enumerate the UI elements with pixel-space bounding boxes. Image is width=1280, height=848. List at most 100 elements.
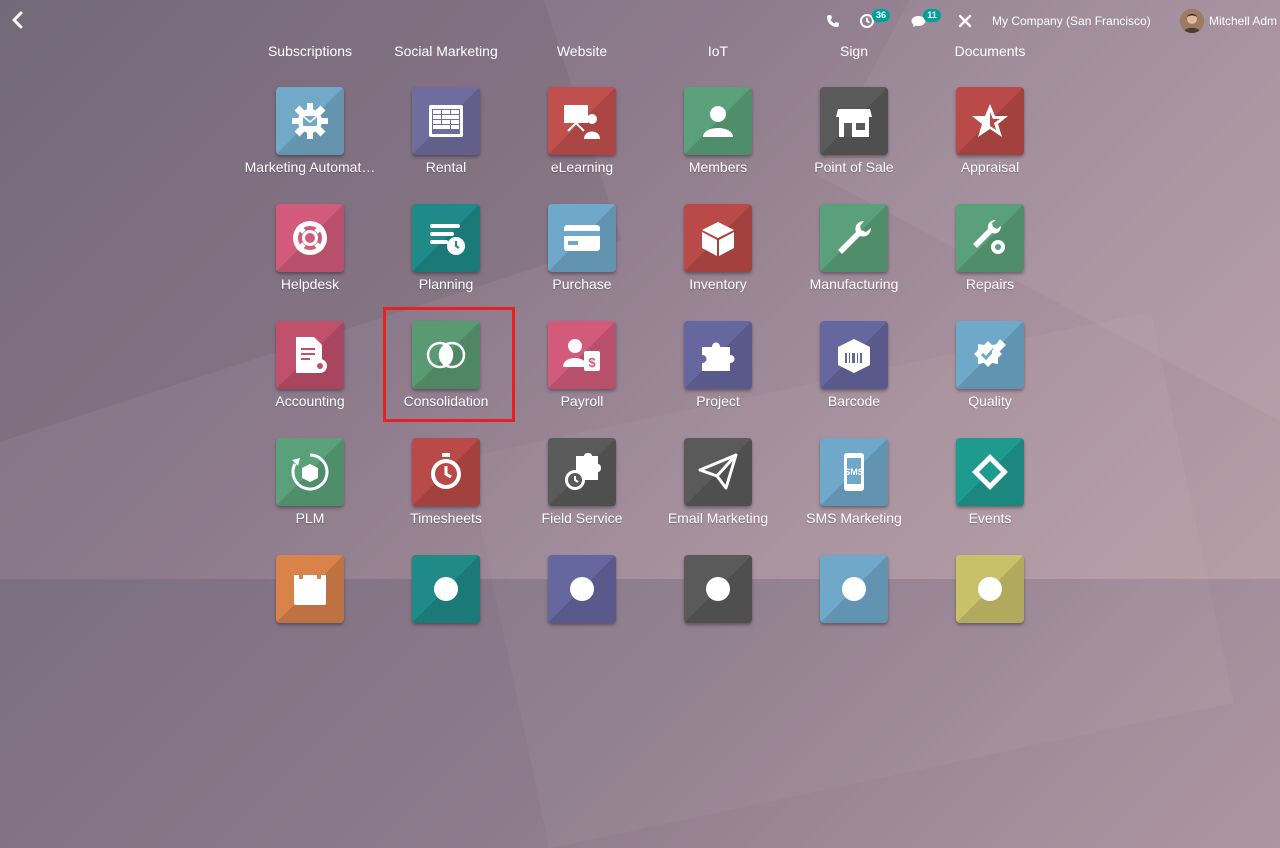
app-tile-timesheets[interactable]: Timesheets	[378, 438, 514, 555]
barcode-box-icon	[838, 339, 870, 373]
app-label: Accounting	[275, 393, 345, 409]
app-tile-helpdesk[interactable]: Helpdesk	[242, 204, 378, 321]
app-label-documents[interactable]: Documents	[922, 43, 1058, 59]
cycle-box-icon	[291, 453, 329, 491]
messages-button[interactable]: 11	[910, 9, 941, 32]
phone-sms-icon: SMS	[844, 453, 864, 491]
app-tile-repairs[interactable]: Repairs	[922, 204, 1058, 321]
ticket-icon	[972, 454, 1008, 490]
app-tile-members[interactable]: Members	[650, 87, 786, 204]
app-tile-background	[276, 555, 344, 623]
user-calendar-dollar-icon: $	[563, 339, 600, 371]
app-tile-purchase[interactable]: Purchase	[514, 204, 650, 321]
app-icon	[570, 577, 594, 601]
box-icon	[702, 222, 734, 256]
user-menu[interactable]: Mitchell Adm	[1180, 8, 1277, 34]
app-tile-background	[684, 204, 752, 272]
app-tile-point-of-sale[interactable]: Point of Sale	[786, 87, 922, 204]
credit-card-icon	[564, 225, 600, 251]
app-tile-elearning[interactable]: eLearning	[514, 87, 650, 204]
company-switcher[interactable]: My Company (San Francisco)	[992, 10, 1151, 32]
app-label: eLearning	[550, 159, 614, 175]
wrench-icon	[838, 221, 871, 254]
app-tile-payroll[interactable]: $ Payroll	[514, 321, 650, 438]
app-tile-background	[548, 555, 616, 623]
app-tile-background	[820, 204, 888, 272]
debug-button[interactable]	[958, 10, 972, 32]
app-tile-background	[820, 321, 888, 389]
app-label-social-marketing[interactable]: Social Marketing	[378, 43, 514, 59]
app-tile-background	[684, 438, 752, 506]
app-tile-email-marketing[interactable]: Email Marketing	[650, 438, 786, 555]
app-tile-barcode[interactable]: Barcode	[786, 321, 922, 438]
app-tile-appraisal[interactable]: Appraisal	[922, 87, 1058, 204]
company-name: My Company (San Francisco)	[992, 14, 1151, 28]
app-tile-app-27[interactable]	[650, 555, 786, 672]
app-tile-background	[548, 87, 616, 155]
app-tile-planning[interactable]: Planning	[378, 204, 514, 321]
app-tile-events[interactable]: Events	[922, 438, 1058, 555]
stopwatch-icon	[431, 453, 461, 489]
app-tile-background	[276, 438, 344, 506]
app-tile-background	[412, 438, 480, 506]
app-label: Members	[688, 159, 748, 175]
app-tile-background	[956, 204, 1024, 272]
presentation-teacher-icon	[564, 105, 600, 139]
app-tile-quality[interactable]: Quality	[922, 321, 1058, 438]
app-label: Field Service	[541, 510, 623, 526]
badge-check-pen-icon	[974, 339, 1006, 367]
app-tile-app-29[interactable]	[922, 555, 1058, 672]
document-gear-icon	[296, 337, 327, 373]
app-tile-app-28[interactable]	[786, 555, 922, 672]
app-tile-manufacturing[interactable]: Manufacturing	[786, 204, 922, 321]
app-tile-rental[interactable]: Rental	[378, 87, 514, 204]
app-tile-consolidation[interactable]: Consolidation	[378, 321, 514, 438]
app-tile-app-26[interactable]	[514, 555, 650, 672]
planning-lines-icon	[430, 224, 465, 255]
app-tile-background	[684, 87, 752, 155]
star-icon	[972, 104, 1008, 137]
app-label-iot[interactable]: IoT	[650, 43, 786, 59]
app-tile-background	[684, 555, 752, 623]
app-tile-project[interactable]: Project	[650, 321, 786, 438]
app-tile-app-25[interactable]	[378, 555, 514, 672]
app-label-subscriptions[interactable]: Subscriptions	[242, 43, 378, 59]
paper-plane-icon	[698, 453, 738, 490]
phone-button[interactable]	[826, 10, 840, 32]
app-icon	[434, 577, 458, 601]
app-label-website[interactable]: Website	[514, 43, 650, 59]
app-tile-background	[956, 555, 1024, 623]
app-tile-background	[412, 204, 480, 272]
app-tile-inventory[interactable]: Inventory	[650, 204, 786, 321]
app-tile-background	[956, 321, 1024, 389]
app-icon	[842, 577, 866, 601]
app-tile-background	[548, 438, 616, 506]
app-label: Payroll	[560, 393, 604, 409]
app-label: Rental	[425, 159, 467, 175]
messages-count-badge: 11	[923, 9, 941, 22]
app-tile-background	[956, 438, 1024, 506]
app-label: Consolidation	[403, 393, 489, 409]
app-tile-background	[820, 555, 888, 623]
app-label: PLM	[295, 510, 325, 526]
calendar-icon	[294, 571, 326, 605]
app-tile-background: $	[548, 321, 616, 389]
gear-envelope-icon	[292, 103, 328, 139]
app-tile-sms-marketing[interactable]: SMS SMS Marketing	[786, 438, 922, 555]
app-label: Point of Sale	[814, 159, 894, 175]
app-label: Manufacturing	[809, 276, 899, 292]
lifebuoy-icon	[293, 221, 327, 255]
overlapping-circles-icon	[426, 341, 466, 369]
app-label: Project	[696, 393, 740, 409]
app-tile-field-service[interactable]: Field Service	[514, 438, 650, 555]
activity-count-badge: 36	[872, 9, 890, 22]
app-tile-background	[412, 555, 480, 623]
top-navbar: 36 11 My Company (San Francisco) Mitchel…	[0, 0, 1280, 42]
app-tile-accounting[interactable]: Accounting	[242, 321, 378, 438]
app-tile-marketing-automat[interactable]: Marketing Automat…	[242, 87, 378, 204]
chevron-left-icon[interactable]	[8, 10, 28, 30]
app-tile-plm[interactable]: PLM	[242, 438, 378, 555]
app-label-sign[interactable]: Sign	[786, 43, 922, 59]
activity-button[interactable]: 36	[859, 9, 890, 32]
app-tile-app-24[interactable]	[242, 555, 378, 672]
